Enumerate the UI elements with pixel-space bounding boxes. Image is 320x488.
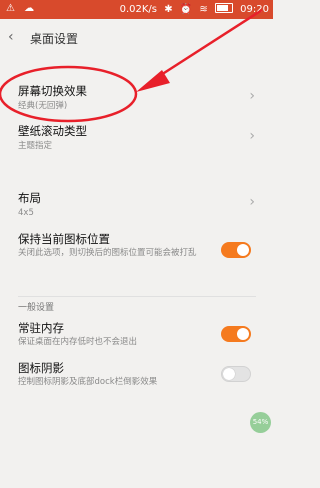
keep-icon-position-toggle[interactable]: [221, 242, 251, 258]
resident-memory-toggle[interactable]: [221, 326, 251, 342]
setting-title: 布局: [18, 191, 41, 205]
setting-layout[interactable]: 布局 4x5 ›: [0, 186, 273, 226]
wifi-icon: ≋: [199, 4, 208, 15]
toggle-knob: [223, 368, 235, 380]
setting-title: 保持当前图标位置: [18, 232, 110, 246]
setting-title: 壁纸滚动类型: [18, 124, 87, 138]
title-bar: ‹ 桌面设置: [0, 19, 273, 59]
toggle-knob: [237, 244, 249, 256]
floating-memory-badge[interactable]: 54%: [250, 412, 271, 433]
setting-title: 屏幕切换效果: [18, 84, 87, 98]
chevron-right-icon: ›: [249, 128, 255, 144]
alarm-icon: ⏰: [179, 4, 193, 15]
setting-subtitle: 4x5: [18, 208, 34, 218]
cloud-icon: ☁: [24, 3, 35, 14]
setting-title: 常驻内存: [18, 321, 64, 335]
chevron-right-icon: ›: [249, 194, 255, 210]
back-arrow-icon[interactable]: ‹: [8, 29, 14, 45]
clock: 09:20: [240, 4, 269, 15]
setting-screen-transition[interactable]: 屏幕切换效果 经典(无回弹) ›: [0, 76, 273, 118]
warning-icon: ⚠: [6, 3, 15, 14]
page-title: 桌面设置: [30, 32, 79, 46]
icon-shadow-toggle[interactable]: [221, 366, 251, 382]
setting-subtitle: 主题指定: [18, 141, 53, 151]
chevron-right-icon: ›: [249, 88, 255, 104]
bluetooth-icon: ✱: [164, 4, 173, 15]
setting-title: 图标阴影: [18, 361, 64, 375]
setting-subtitle: 控制图标阴影及底部dock栏倒影效果: [18, 377, 158, 387]
status-bar: ⚠ ☁ 0.02K/s ✱ ⏰ ≋ 09:20: [0, 0, 273, 19]
setting-resident-memory[interactable]: 常驻内存 保证桌面在内存低时也不会退出: [0, 318, 273, 352]
setting-subtitle: 保证桌面在内存低时也不会退出: [18, 337, 138, 347]
network-speed: 0.02K/s: [119, 4, 157, 15]
divider: [18, 296, 256, 297]
toggle-knob: [237, 328, 249, 340]
section-header: 一般设置: [18, 303, 55, 313]
setting-keep-icon-position[interactable]: 保持当前图标位置 关闭此选项，则切换后的图标位置可能会被打乱: [0, 228, 273, 276]
setting-icon-shadow[interactable]: 图标阴影 控制图标阴影及底部dock栏倒影效果: [0, 358, 273, 392]
battery-icon: [214, 3, 233, 13]
setting-wallpaper-scroll[interactable]: 壁纸滚动类型 主题指定 ›: [0, 120, 273, 160]
setting-subtitle: 经典(无回弹): [18, 101, 68, 111]
setting-subtitle: 关闭此选项，则切换后的图标位置可能会被打乱: [18, 248, 197, 258]
